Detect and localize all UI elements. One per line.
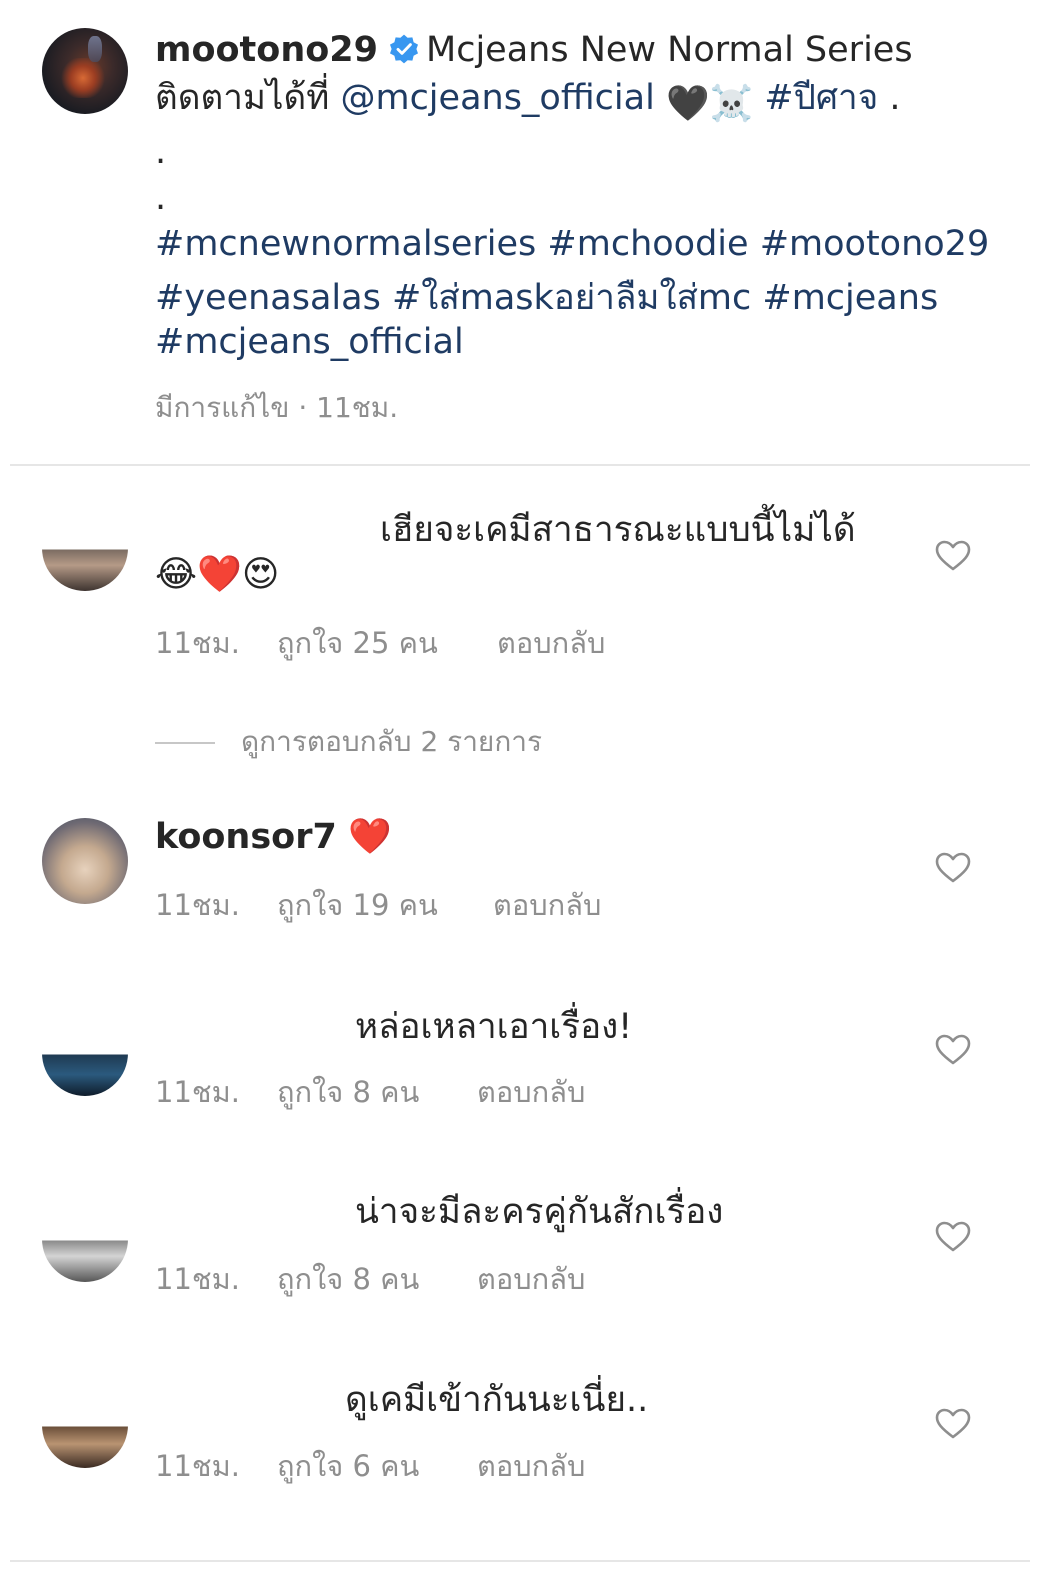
caption-follow-prefix: ติดตามได้ที่ (155, 78, 330, 118)
comment-meta: 11ชม. ถูกใจ 8 คน ตอบกลับ (155, 1256, 585, 1302)
comment-text: หล่อเหลาเอาเรื่อง! (355, 1007, 633, 1047)
heart-outline-icon[interactable] (935, 540, 971, 572)
hashtag-line[interactable]: #yeenasalas #ใส่maskอย่าลืมใส่mc #mcjean… (155, 276, 938, 320)
hashtag-line[interactable]: #mcjeans_official (155, 320, 464, 364)
comment-meta: 11ชม. ถูกใจ 19 คน ตอบกลับ (155, 882, 601, 928)
comment-likes[interactable]: ถูกใจ 8 คน (277, 1069, 477, 1115)
comment-likes[interactable]: ถูกใจ 19 คน (277, 882, 493, 928)
caption-first-line: mootono29 Mcjeans New Normal Series (155, 28, 913, 72)
replies-line (155, 742, 215, 744)
reply-button[interactable]: ตอบกลับ (497, 620, 605, 666)
reply-button[interactable]: ตอบกลับ (493, 882, 601, 928)
comment-meta: 11ชม. ถูกใจ 6 คน ตอบกลับ (155, 1443, 585, 1489)
comment-likes[interactable]: ถูกใจ 8 คน (277, 1256, 477, 1302)
edited-label: มีการแก้ไข (155, 391, 290, 424)
comment-text: เฮียจะเคมีสาธารณะแบบนี้ไม่ได้ (380, 510, 856, 550)
commenter-username[interactable]: koonsor7 (155, 817, 337, 857)
owner-username[interactable]: mootono29 (155, 30, 378, 70)
post-caption: mootono29 Mcjeans New Normal Series ติดต… (0, 0, 1042, 466)
caption-meta: มีการแก้ไข · 11ชม. (155, 386, 398, 430)
heart-outline-icon[interactable] (935, 1034, 971, 1066)
comment-time: 11ชม. (155, 1449, 240, 1483)
divider (10, 464, 1030, 466)
comment-time: 11ชม. (155, 626, 240, 660)
divider (10, 1560, 1030, 1562)
view-replies-label: ดูการตอบกลับ 2 รายการ (241, 725, 543, 758)
reply-button[interactable]: ตอบกลับ (477, 1069, 585, 1115)
hashtag-line[interactable]: #mcnewnormalseries #mchoodie #mootono29 (155, 222, 989, 266)
comment-likes[interactable]: ถูกใจ 25 คน (277, 620, 497, 666)
comment-likes[interactable]: ถูกใจ 6 คน (277, 1443, 477, 1489)
caption-dot-line: . (155, 178, 167, 218)
caption-follow-line: ติดตามได้ที่ @mcjeans_official 🖤☠️ #ปีศา… (155, 76, 900, 126)
comment-line: koonsor7 ❤️ (155, 815, 392, 859)
caption-emojis: 🖤☠️ (665, 84, 754, 124)
commenter-avatar[interactable] (42, 1196, 128, 1282)
mention-link[interactable]: @mcjeans_official (340, 78, 654, 118)
commenter-avatar[interactable] (42, 818, 128, 904)
heart-outline-icon[interactable] (935, 1408, 971, 1440)
caption-dot-line: . (155, 132, 167, 172)
commenter-avatar[interactable] (42, 1382, 128, 1468)
meta-separator: · (298, 391, 317, 424)
commenter-avatar[interactable] (42, 505, 128, 591)
comment-text: ❤️ (347, 817, 392, 857)
verified-badge-icon (390, 34, 419, 64)
commenter-avatar[interactable] (42, 1010, 128, 1096)
hashtag-link[interactable]: #ปีศาจ (764, 78, 878, 118)
comment-meta: 11ชม. ถูกใจ 25 คน ตอบกลับ (155, 620, 605, 666)
heart-outline-icon[interactable] (935, 852, 971, 884)
view-replies-button[interactable]: ดูการตอบกลับ 2 รายการ (155, 720, 542, 764)
reply-button[interactable]: ตอบกลับ (477, 1256, 585, 1302)
comment-meta: 11ชม. ถูกใจ 8 คน ตอบกลับ (155, 1069, 585, 1115)
comment-text: น่าจะมีละครคู่กันสักเรื่อง (355, 1192, 724, 1232)
caption-trailing-dot: . (889, 78, 901, 118)
comment-text: ดูเคมีเข้ากันนะเนี่ย.. (345, 1380, 649, 1420)
comment-time: 11ชม. (155, 1262, 240, 1296)
owner-avatar[interactable] (42, 28, 128, 114)
comment-time: 11ชม. (155, 1075, 240, 1109)
comment-time: 11ชม. (155, 888, 240, 922)
caption-time: 11ชม. (316, 391, 399, 424)
reply-button[interactable]: ตอบกลับ (477, 1443, 585, 1489)
caption-title: Mcjeans New Normal Series (426, 30, 913, 70)
heart-outline-icon[interactable] (935, 1221, 971, 1253)
comment-emojis: 😂❤️😍 (155, 554, 280, 595)
